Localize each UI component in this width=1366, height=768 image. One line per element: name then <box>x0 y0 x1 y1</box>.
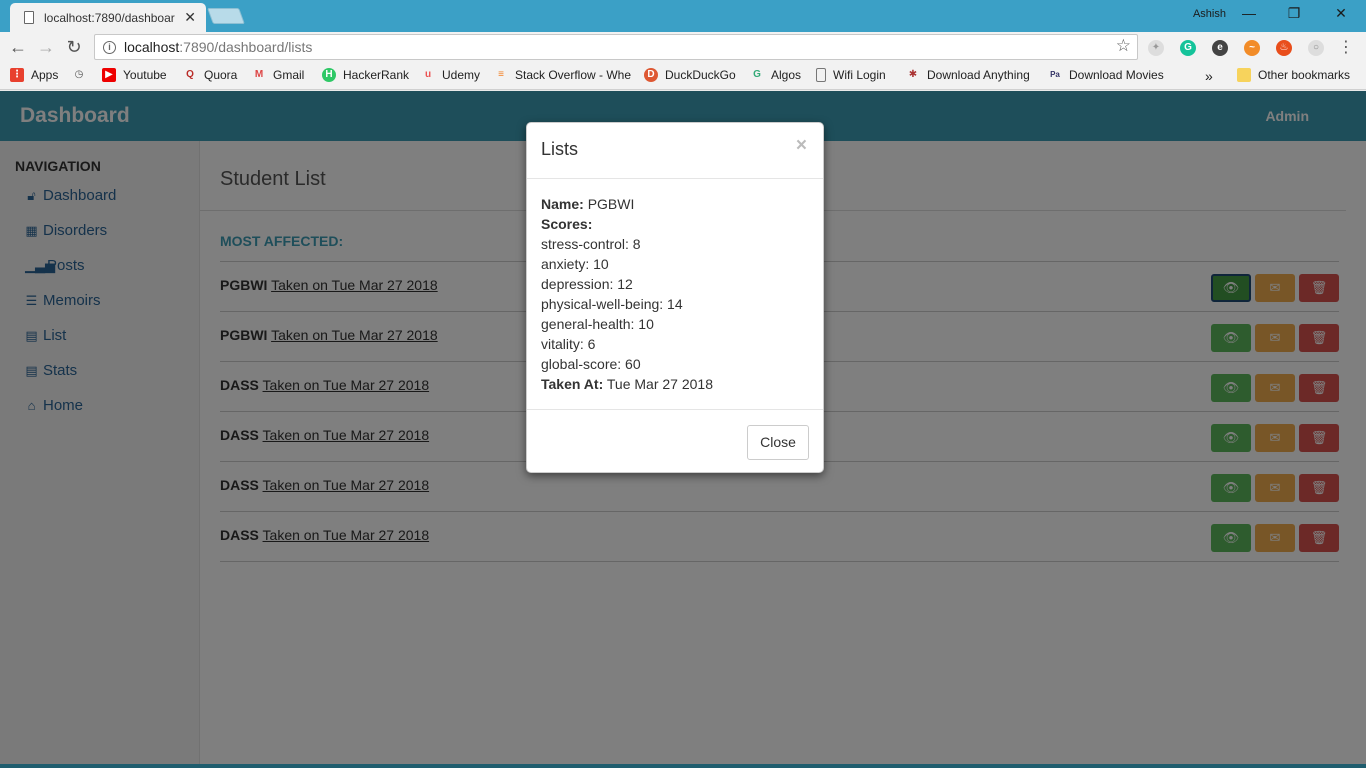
bookmark-wifi-login[interactable]: Wifi Login <box>816 68 886 82</box>
modal-title: Lists <box>541 139 579 159</box>
menu-icon[interactable]: ⋮ <box>1338 37 1354 57</box>
reload-icon[interactable]: ↻ <box>63 36 85 58</box>
algos-icon: G <box>753 69 761 80</box>
browser-tab[interactable]: localhost:7890/dashboar ✕ <box>10 3 206 32</box>
youtube-icon: ▶ <box>102 68 116 82</box>
more-bookmarks-button[interactable]: » <box>1205 68 1213 84</box>
evernote-icon[interactable]: e <box>1212 40 1228 56</box>
url-host: localhost <box>124 39 180 55</box>
modal-body: Name: PGBWI Scores: stress-control: 8 an… <box>541 194 713 394</box>
info-icon[interactable]: i <box>103 40 116 54</box>
scores-label: Scores: <box>541 216 593 232</box>
url-path: :7890/dashboard/lists <box>179 39 313 55</box>
lists-modal: Lists × Name: PGBWI Scores: stress-contr… <box>526 122 824 473</box>
score-item: general-health: 10 <box>541 316 654 332</box>
page-icon <box>816 68 826 82</box>
back-icon[interactable]: ← <box>7 36 29 58</box>
bookmark-duckduckgo[interactable]: D DuckDuckGo <box>644 68 736 82</box>
taken-value: Tue Mar 27 2018 <box>606 376 713 392</box>
forward-icon[interactable]: → <box>35 36 57 58</box>
quora-icon: Q <box>186 69 194 80</box>
page-bottom-strip <box>0 764 1366 768</box>
movies-icon: Pa <box>1050 70 1060 79</box>
bookmark-download-anything[interactable]: ✱ Download Anything <box>906 68 1030 82</box>
close-window-icon[interactable]: ✕ <box>1326 5 1356 22</box>
bookmark-quora[interactable]: Q Quora <box>183 68 237 82</box>
taken-line: Taken At: Tue Mar 27 2018 <box>541 374 713 394</box>
bookmarks-bar: ⋮ Apps ◷ ▶ Youtube Q Quora M Gmail H HackerRa… <box>0 62 1366 90</box>
bookmark-algos[interactable]: G Algos <box>750 68 801 82</box>
scores-line: Scores: <box>541 214 713 234</box>
browser-titlebar: localhost:7890/dashboar ✕ Ashish — ❐ ✕ <box>0 0 1366 32</box>
minimize-icon[interactable]: — <box>1234 5 1264 21</box>
address-bar[interactable]: i localhost:7890/dashboard/lists ☆ <box>94 34 1138 60</box>
extension-icon[interactable]: ✦ <box>1148 40 1164 56</box>
name-label: Name: <box>541 196 584 212</box>
score-item: stress-control: 8 <box>541 236 641 252</box>
udemy-icon: u <box>424 69 432 80</box>
bookmark-gmail[interactable]: M Gmail <box>252 68 305 82</box>
apps-grid-icon: ⋮ <box>10 68 24 82</box>
bookmark-youtube[interactable]: ▶ Youtube <box>102 68 167 82</box>
extension-icon[interactable]: ~ <box>1244 40 1260 56</box>
score-item: physical-well-being: 14 <box>541 296 683 312</box>
name-line: Name: PGBWI <box>541 194 713 214</box>
extension-icon[interactable]: ♨ <box>1276 40 1292 56</box>
grammarly-icon[interactable]: G <box>1180 40 1196 56</box>
new-tab-button[interactable] <box>207 8 245 24</box>
page-icon <box>24 11 34 24</box>
download-icon: ✱ <box>908 69 918 80</box>
close-icon[interactable]: × <box>796 135 807 157</box>
score-item: vitality: 6 <box>541 336 596 352</box>
extension-icon[interactable]: ○ <box>1308 40 1324 56</box>
close-button[interactable]: Close <box>747 425 809 460</box>
star-icon[interactable]: ☆ <box>1116 36 1131 56</box>
score-item: anxiety: 10 <box>541 256 609 272</box>
score-item: global-score: 60 <box>541 356 641 372</box>
stackoverflow-icon: ≡ <box>498 69 504 80</box>
profile-name[interactable]: Ashish <box>1193 8 1226 20</box>
score-item: depression: 12 <box>541 276 633 292</box>
bookmark-udemy[interactable]: u Udemy <box>421 68 480 82</box>
tab-title: localhost:7890/dashboar <box>44 10 175 25</box>
modal-header: Lists × <box>527 123 823 179</box>
bookmark-download-movies[interactable]: Pa Download Movies <box>1048 68 1164 82</box>
duckduckgo-icon: D <box>644 68 658 82</box>
taken-label: Taken At: <box>541 376 604 392</box>
history-icon: ◷ <box>74 69 84 80</box>
other-bookmarks[interactable]: Other bookmarks <box>1237 68 1350 82</box>
browser-toolbar: ← → ↻ i localhost:7890/dashboard/lists ☆… <box>0 32 1366 62</box>
restore-icon[interactable]: ❐ <box>1279 5 1309 22</box>
history-icon[interactable]: ◷ <box>72 68 93 82</box>
bookmark-stackoverflow[interactable]: ≡ Stack Overflow - Whe <box>494 68 631 82</box>
bookmark-hackerrank[interactable]: H HackerRank <box>322 68 409 82</box>
name-value: PGBWI <box>587 196 635 212</box>
close-tab-icon[interactable]: ✕ <box>184 9 196 26</box>
folder-icon <box>1237 68 1251 82</box>
hackerrank-icon: H <box>322 68 336 82</box>
bookmark-apps[interactable]: ⋮ Apps <box>10 68 58 82</box>
gmail-icon: M <box>254 69 264 80</box>
modal-footer: Close <box>527 409 823 473</box>
